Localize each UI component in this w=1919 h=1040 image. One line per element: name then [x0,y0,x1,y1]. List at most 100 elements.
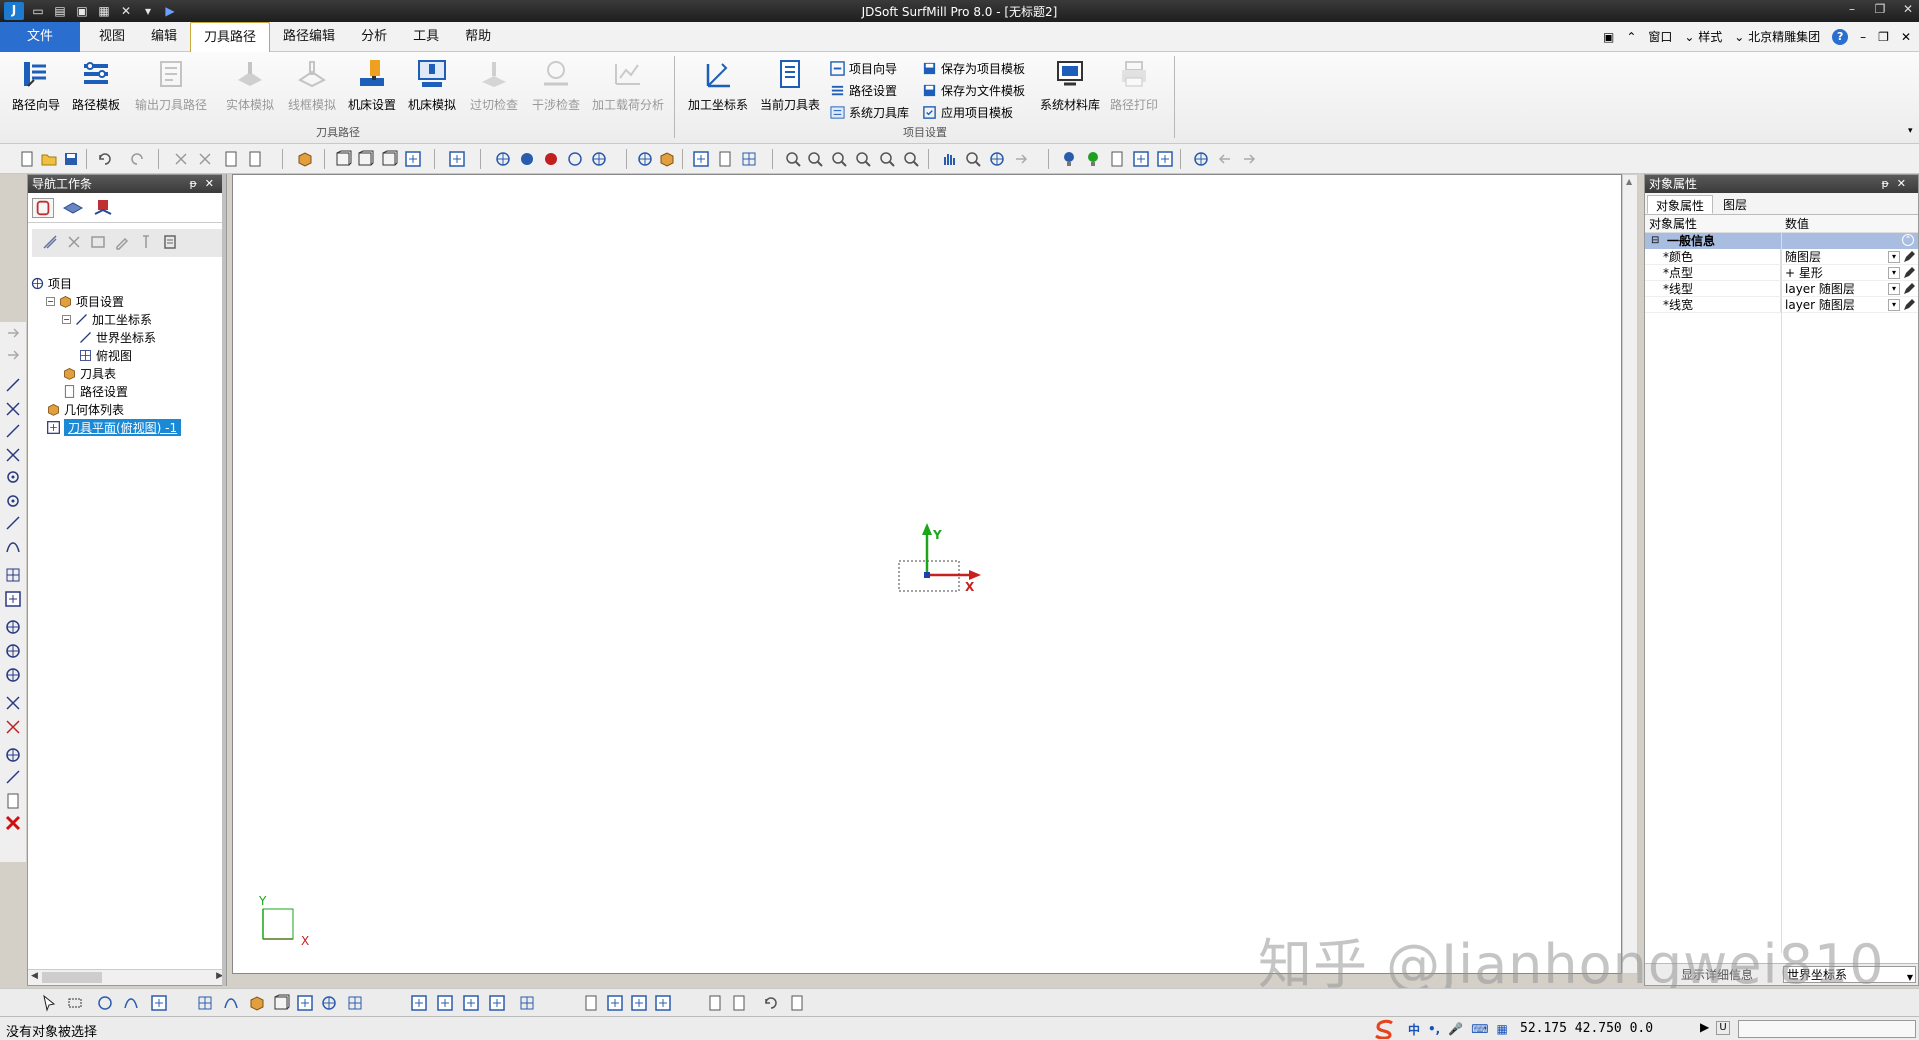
company-menu[interactable]: ⌄ 北京精雕集团 [1734,28,1820,45]
undo-icon[interactable] [96,150,114,168]
redo-icon[interactable] [128,150,146,168]
load-analysis-button[interactable]: 加工载荷分析 [588,58,668,116]
save-project-template-button[interactable]: 保存为项目模板 [922,58,1025,78]
save-all-icon[interactable]: ▦ [96,3,112,19]
layer-icon[interactable] [716,150,734,168]
view-front-icon[interactable] [334,150,352,168]
filter-points-icon[interactable] [196,994,214,1012]
zoom-window-icon[interactable] [784,150,802,168]
pen-icon[interactable] [1902,282,1916,296]
trim-red-icon[interactable] [4,718,22,736]
layer-4-icon[interactable] [488,994,506,1012]
ime-menu-icon[interactable]: ▦ [1497,1022,1508,1036]
back-icon[interactable] [1216,150,1234,168]
path-wizard-button[interactable]: 路径向导 [6,58,66,116]
tab-object-properties[interactable]: 对象属性 [1647,195,1714,214]
draw-normal-icon[interactable] [4,514,22,532]
system-tool-lib-button[interactable]: 系统刀具库 [830,102,909,122]
tab-layers[interactable]: 图层 [1715,195,1755,214]
extend-icon[interactable] [4,768,22,786]
pen-icon[interactable] [1902,266,1916,280]
snap-icon[interactable] [448,150,466,168]
select-rect-icon[interactable] [66,994,84,1012]
tree-node[interactable]: 俯视图 [78,347,132,363]
orbit-icon[interactable] [988,150,1006,168]
tab-path-edit[interactable]: 路径编辑 [270,22,348,52]
undo-bottom-icon[interactable] [762,994,780,1012]
graphics-viewport[interactable]: Y X Y X [232,174,1622,974]
zoom-prev-icon[interactable] [902,150,920,168]
page-3-icon[interactable] [788,994,806,1012]
close-window-icon[interactable]: ✕ [1901,2,1915,16]
ime-voice-icon[interactable]: 🎤 [1448,1022,1463,1036]
view-iso-icon[interactable] [356,150,374,168]
status-unit-toggle[interactable]: U [1716,1021,1730,1035]
tree-node[interactable]: 世界坐标系 [78,329,156,345]
delete-red-icon[interactable] [4,814,22,832]
machining-cs-button[interactable]: 加工坐标系 [684,58,752,116]
nav-tab-project-icon[interactable] [32,198,54,218]
pin-icon[interactable]: ᵽ [189,177,204,190]
tree-expand-icon[interactable]: − [62,314,71,324]
shade-solid-icon[interactable] [518,150,536,168]
light-blue-icon[interactable] [1060,150,1078,168]
light-green-icon[interactable] [1084,150,1102,168]
fullscreen-icon[interactable]: ▣ [1603,30,1614,44]
tree-node[interactable]: 项目 [30,275,72,291]
gouge-check-button[interactable]: 过切检查 [464,58,524,116]
view-side-icon[interactable] [380,150,398,168]
nav-tool-tool-icon[interactable] [138,234,154,250]
panel-splitter[interactable] [222,174,226,986]
filter-groups-icon[interactable] [320,994,338,1012]
layer-1-icon[interactable] [410,994,428,1012]
nav-tool-edit-icon[interactable] [114,234,130,250]
window-menu[interactable]: 窗口 [1648,28,1672,45]
select-curve-icon[interactable] [122,994,140,1012]
select-active-icon[interactable] [692,150,710,168]
style-menu[interactable]: ⌄ 样式 [1684,28,1722,45]
zoom-all-icon[interactable] [878,150,896,168]
prop-pin-icon[interactable]: ᵽ [1881,177,1896,190]
filter-mesh-icon[interactable] [296,994,314,1012]
viewport-vertical-scrollbar[interactable]: ▲ [1622,174,1638,974]
zoom-fit-icon[interactable] [854,150,872,168]
transform-icon[interactable] [4,746,22,764]
app-logo-icon[interactable]: J [4,2,24,20]
run-icon[interactable]: ▶ [162,3,178,19]
path-print-button[interactable]: 路径打印 [1104,58,1164,116]
ribbon-close-icon[interactable]: ✕ [1901,30,1911,44]
tools-icon[interactable]: ✕ [118,3,134,19]
zoom-out-icon[interactable] [806,150,824,168]
solid-sim-button[interactable]: 实体模拟 [220,58,280,116]
doc-2-icon[interactable] [606,994,624,1012]
record-icon[interactable] [1156,150,1174,168]
file-menu-button[interactable]: 文件 [0,22,80,52]
ribbon-minimize-icon[interactable]: – [1860,30,1866,44]
new-file-icon[interactable] [18,150,36,168]
tree-node[interactable]: − 项目设置 [46,293,124,309]
project-wizard-button[interactable]: 项目向导 [830,58,897,78]
rotate-icon[interactable] [964,150,982,168]
page-1-icon[interactable] [706,994,724,1012]
snap-point-icon[interactable] [4,324,22,342]
shade-red-icon[interactable] [542,150,560,168]
arrange-icon[interactable] [740,150,758,168]
display-globe-icon[interactable] [636,150,654,168]
chevron-down-icon[interactable]: ▾ [1888,283,1900,295]
tab-toolpath[interactable]: 刀具路径 [190,22,271,53]
draw-intersect-icon[interactable] [4,446,22,464]
surface-2-icon[interactable] [4,642,22,660]
nav-tab-machining-icon[interactable] [92,198,114,218]
nav-horizontal-scrollbar[interactable]: ◀ ▶ [28,969,226,985]
tab-analysis[interactable]: 分析 [348,22,400,52]
tab-help[interactable]: 帮助 [452,22,504,52]
tree-node[interactable]: − 加工坐标系 [62,311,152,327]
paste-icon[interactable] [246,150,264,168]
nav-tab-layer-icon[interactable] [62,198,84,218]
draw-grid-icon[interactable] [4,566,22,584]
refresh-icon[interactable] [1192,150,1210,168]
path-template-button[interactable]: 路径模板 [66,58,126,116]
machine-sim-button[interactable]: 机床模拟 [402,58,462,116]
status-play-icon[interactable]: ▶ [1700,1020,1709,1034]
zoom-in-icon[interactable] [830,150,848,168]
